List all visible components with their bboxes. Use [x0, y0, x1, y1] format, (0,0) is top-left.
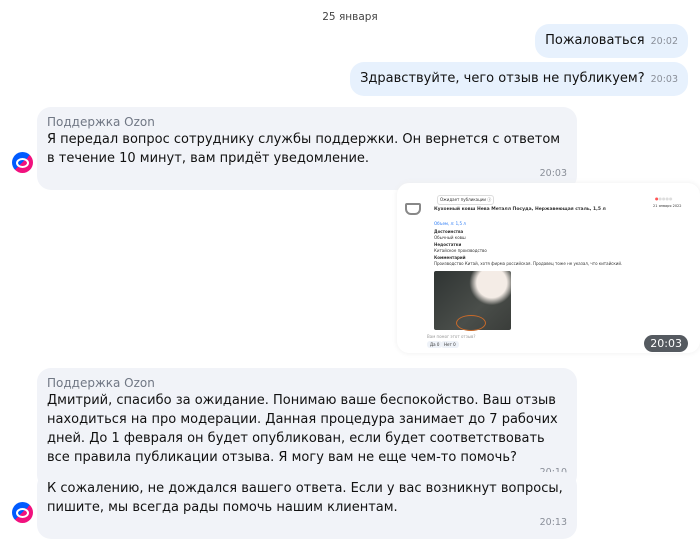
- comment-text: Производство Китай, хотя фирма российска…: [434, 261, 623, 266]
- product-title: Кухонный ковш Нева Металл Посуда, Нержав…: [434, 207, 606, 212]
- sender-name: Поддержка Ozon: [47, 376, 155, 390]
- message-time: 20:02: [650, 36, 678, 47]
- ozon-avatar: [12, 502, 33, 523]
- product-image-icon: [405, 203, 421, 215]
- helpful-question: Вам помог этот отзыв?: [427, 334, 476, 339]
- message-text: Пожаловаться: [545, 33, 645, 48]
- comment-label: Комментарий: [434, 255, 466, 260]
- helpful-no-button[interactable]: Нет 0: [441, 341, 459, 348]
- variant: Объем, л: 1,5 л: [434, 221, 466, 226]
- message-text: К сожалению, не дождался вашего ответа. …: [47, 481, 563, 515]
- message-text: Дмитрий, спасибо за ожидание. Понимаю ва…: [47, 393, 558, 465]
- pros-text: Обычный ковш: [434, 235, 466, 240]
- date-separator: 25 января: [322, 11, 378, 23]
- status-badge: Ожидает публикации ⓘ: [437, 195, 495, 205]
- rating-stars: ●●●●●: [655, 196, 673, 201]
- message-outgoing: Здравствуйте, чего отзыв не публикуем? 20…: [350, 62, 688, 96]
- attachment-time: 20:03: [644, 335, 688, 352]
- message-incoming: Поддержка Ozon Я передал вопрос сотрудни…: [37, 107, 577, 190]
- ozon-avatar: [12, 152, 33, 173]
- review-attachment[interactable]: Ожидает публикации ⓘ Кухонный ковш Нева …: [397, 183, 700, 353]
- message-incoming: Поддержка Ozon Дмитрий, спасибо за ожида…: [37, 368, 577, 489]
- message-text: Я передал вопрос сотруднику службы подде…: [47, 132, 561, 166]
- review-photo[interactable]: [434, 271, 511, 331]
- message-outgoing: Пожаловаться 20:02: [535, 24, 688, 58]
- review-date: 21 января 2022: [653, 204, 682, 208]
- cons-text: Китайское производство: [434, 248, 487, 253]
- cons-label: Недостатки: [434, 242, 462, 247]
- sender-name: Поддержка Ozon: [47, 115, 155, 129]
- message-time: 20:03: [650, 74, 678, 85]
- pros-label: Достоинства: [434, 229, 464, 234]
- message-text: Здравствуйте, чего отзыв не публикуем?: [360, 71, 645, 86]
